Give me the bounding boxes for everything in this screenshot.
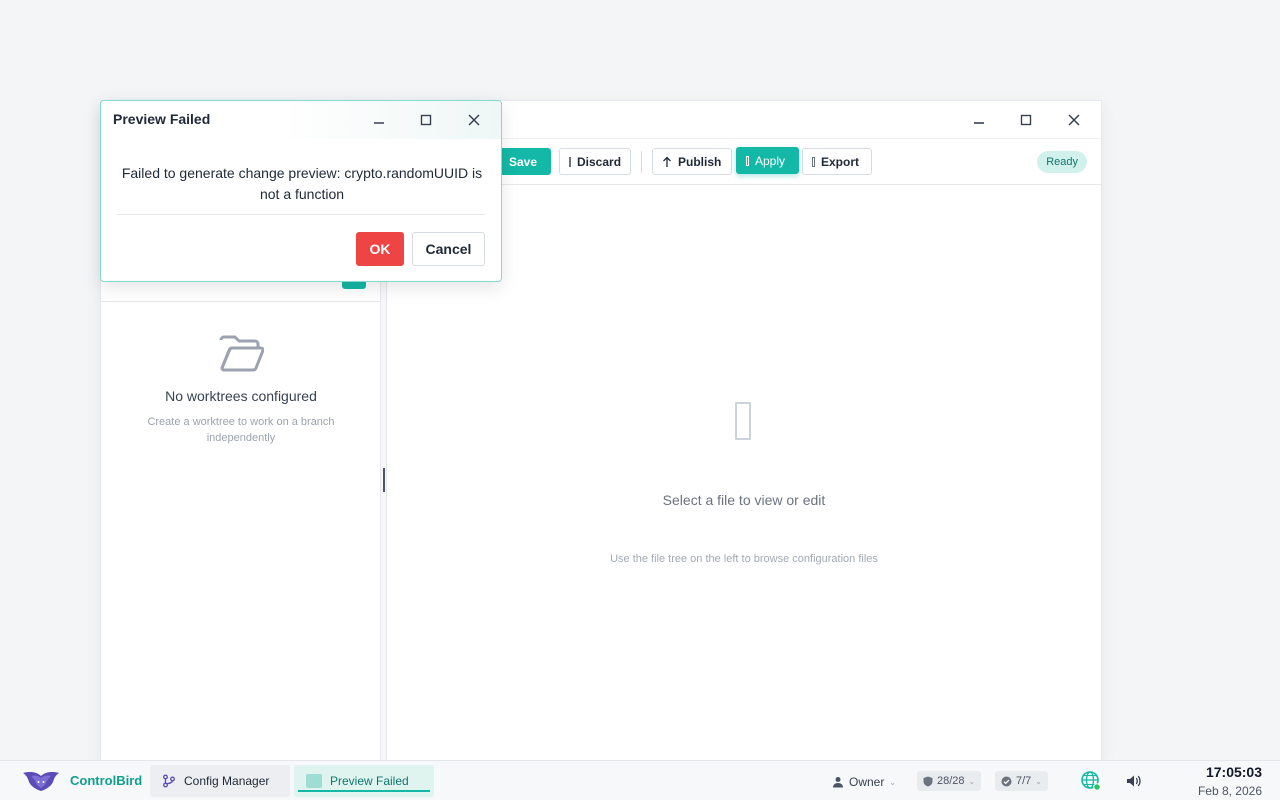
cancel-button[interactable]: Cancel [412,232,485,266]
editor-empty-subtitle: Use the file tree on the left to browse … [610,553,878,565]
taskbar: ControlBird Config Manager Preview Faile… [0,760,1280,800]
security-status[interactable]: 28/28 ⌄ [917,771,982,791]
task-preview-failed[interactable]: Preview Failed [294,765,434,797]
checks-status[interactable]: 7/7 ⌄ [995,771,1048,791]
chevron-down-icon: ⌄ [1035,776,1042,786]
worktrees-empty-title: No worktrees configured [165,388,317,404]
chevron-down-icon: ⌄ [889,777,897,787]
apply-label: Apply [755,153,786,168]
dialog-title: Preview Failed [113,111,211,127]
status-badge: Ready [1037,151,1087,173]
security-count: 28/28 [937,775,965,787]
brand-name[interactable]: ControlBird [70,773,142,788]
window-icon [306,774,322,788]
maximize-icon[interactable] [1016,110,1036,130]
editor-empty-title: Select a file to view or edit [662,492,826,508]
discard-label: Discard [577,154,622,169]
volume-icon[interactable] [1125,772,1143,790]
user-name: Owner [849,775,885,789]
network-globe-icon[interactable] [1080,770,1102,792]
export-button[interactable]: Export [802,148,872,175]
publish-label: Publish [678,154,722,169]
apply-icon [746,155,749,166]
user-icon [833,777,843,788]
ok-button[interactable]: OK [356,232,404,266]
arrow-up-icon [663,156,671,167]
active-task-indicator [298,790,430,792]
discard-button[interactable]: Discard [559,148,631,175]
export-icon [812,156,815,167]
checks-count: 7/7 [1016,775,1032,787]
splitter-handle[interactable] [383,468,385,492]
toolbar-divider [641,151,642,173]
export-label: Export [821,154,860,169]
git-branch-icon [163,774,175,788]
task-label: Preview Failed [330,774,409,788]
file-icon [735,402,751,440]
controlbird-logo-icon[interactable] [22,770,60,792]
clock-date[interactable]: Feb 8, 2026 [1198,784,1262,798]
discard-icon [569,156,571,167]
clock-time[interactable]: 17:05:03 [1206,764,1262,780]
folder-open-icon [219,335,264,372]
shield-icon [923,776,933,786]
close-icon[interactable] [1064,110,1084,130]
check-circle-icon [1001,776,1012,786]
preview-failed-dialog: Preview Failed Failed to generate change… [100,100,502,282]
dialog-maximize-icon[interactable] [416,110,436,130]
save-label: Save [509,154,538,169]
dialog-message: Failed to generate change preview: crypt… [121,165,483,202]
dialog-close-icon[interactable] [464,110,484,130]
task-config-manager[interactable]: Config Manager [150,765,290,797]
dialog-minimize-icon[interactable] [369,110,389,130]
user-menu[interactable]: Owner ⌄ [832,772,896,792]
publish-button[interactable]: Publish [652,148,732,175]
chevron-down-icon: ⌄ [968,776,976,786]
task-label: Config Manager [184,774,270,788]
worktrees-empty-subtitle: Create a worktree to work on a branch in… [147,416,335,444]
dialog-divider [117,214,485,215]
minimize-icon[interactable] [969,110,989,130]
dialog-titlebar[interactable]: Preview Failed [101,101,501,139]
apply-button[interactable]: Apply [736,147,799,174]
